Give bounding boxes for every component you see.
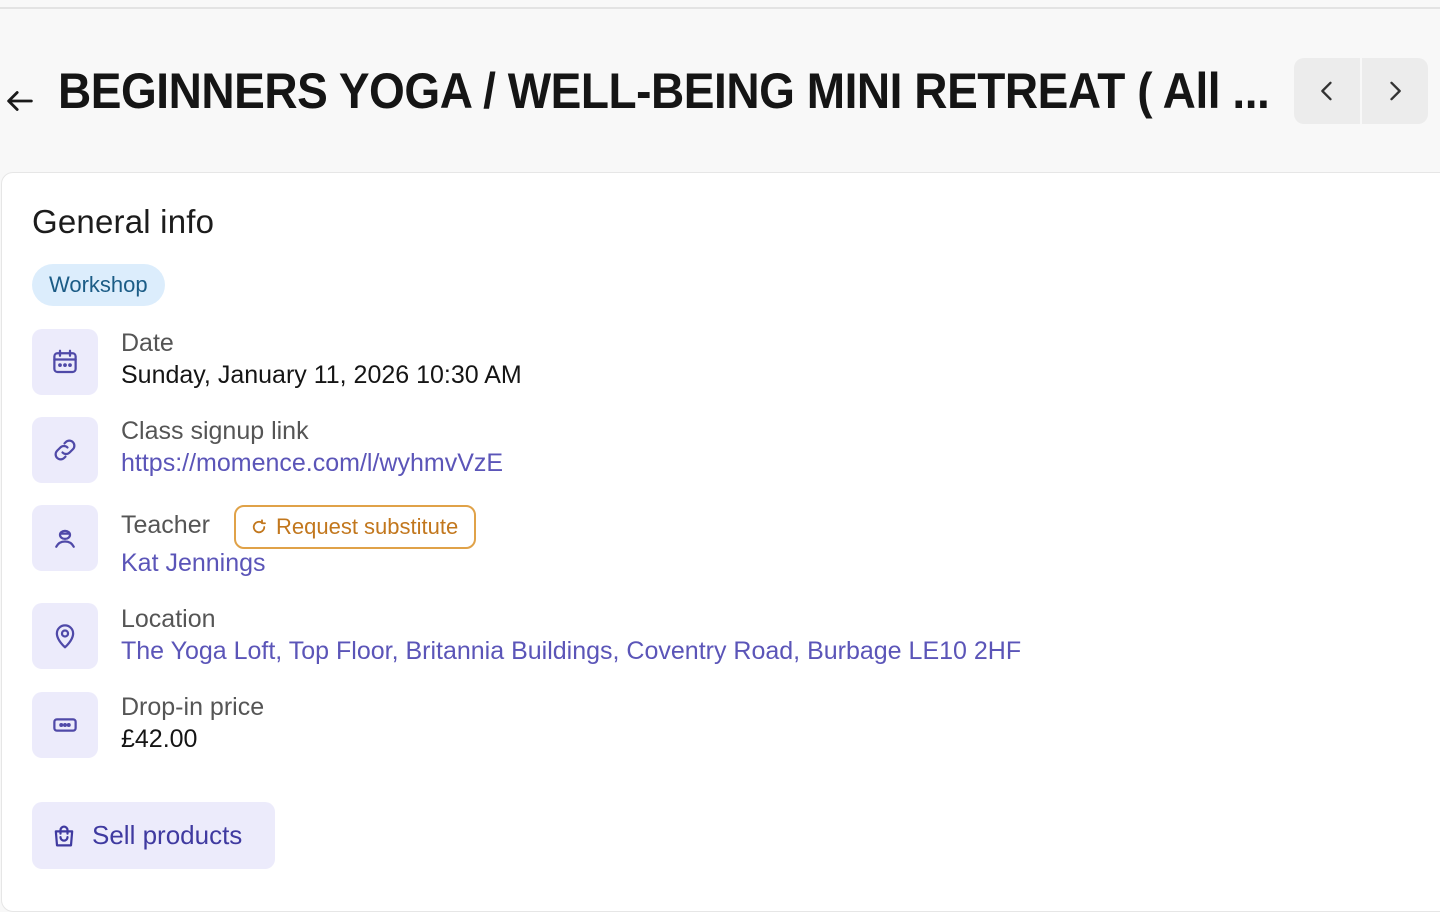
general-info-card: General info Workshop Date Sunday, Janua…	[1, 172, 1440, 912]
chevron-left-icon	[1321, 81, 1332, 101]
person-icon	[55, 529, 75, 548]
shopping-bag-icon	[54, 825, 74, 846]
request-substitute-label: Request substitute	[276, 514, 459, 539]
arrow-left-icon	[7, 91, 33, 111]
signup-label: Class signup link	[121, 417, 309, 445]
sell-products-button[interactable]: Sell products	[32, 802, 275, 869]
top-border	[0, 0, 1440, 9]
section-title: General info	[32, 203, 215, 240]
teacher-icon-box	[32, 505, 98, 571]
location-link[interactable]: The Yoga Loft, Top Floor, Britannia Buil…	[121, 637, 1021, 666]
pager	[1294, 58, 1429, 124]
next-button[interactable]	[1362, 58, 1428, 124]
refresh-icon	[252, 519, 266, 534]
teacher-label: Teacher	[121, 511, 210, 539]
request-substitute-button[interactable]: Request substitute	[234, 505, 477, 549]
class-type-tag: Workshop	[32, 264, 165, 306]
back-button[interactable]	[0, 81, 40, 121]
chevron-right-icon	[1390, 81, 1401, 101]
ticket-icon	[53, 718, 77, 732]
location-label: Location	[121, 605, 216, 633]
page-header: BEGINNERS YOGA / WELL-BEING MINI RETREAT…	[0, 11, 1440, 173]
link-icon	[54, 439, 76, 461]
price-label: Drop-in price	[121, 693, 265, 721]
date-icon-box	[32, 329, 98, 395]
price-icon-box	[32, 692, 98, 758]
sell-products-label: Sell products	[92, 820, 243, 850]
map-pin-icon	[55, 624, 75, 649]
teacher-name-link[interactable]: Kat Jennings	[121, 549, 266, 578]
signup-icon-box	[32, 417, 98, 483]
calendar-icon	[53, 349, 77, 374]
signup-link[interactable]: https://momence.com/l/wyhmvVzE	[121, 449, 503, 478]
previous-button[interactable]	[1294, 58, 1360, 124]
date-value: Sunday, January 11, 2026 10:30 AM	[121, 361, 522, 389]
page-title: BEGINNERS YOGA / WELL-BEING MINI RETREAT…	[58, 63, 1270, 119]
location-icon-box	[32, 603, 98, 669]
price-value: £42.00	[121, 725, 198, 753]
date-label: Date	[121, 329, 174, 357]
